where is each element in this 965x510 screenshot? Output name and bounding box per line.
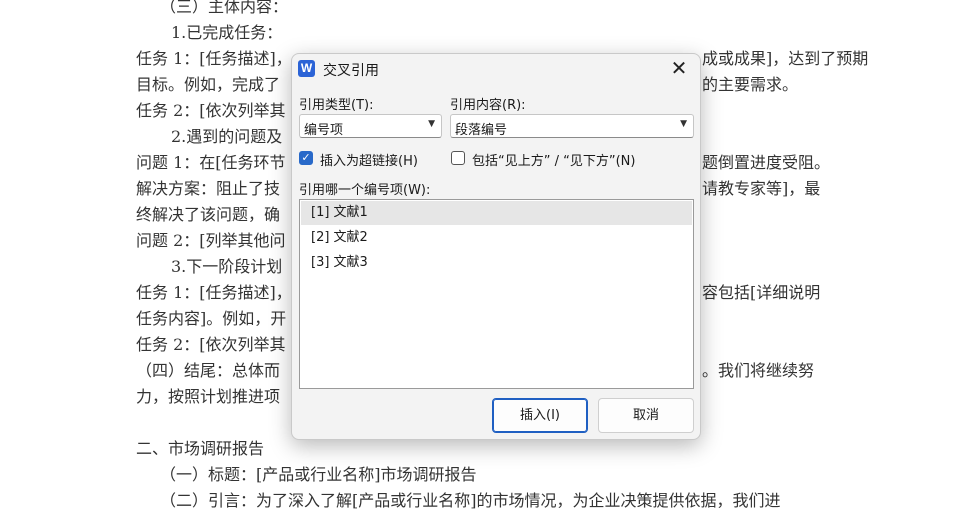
chevron-down-icon: ▼ [428, 119, 435, 129]
hyperlink-checkbox[interactable]: ✓ [299, 151, 313, 165]
doc-line: 请教专家等]，最 [702, 179, 821, 198]
doc-line: 成或成果]，达到了预期 [702, 49, 869, 68]
doc-line: 1.已完成任务： [171, 23, 283, 42]
doc-line: 问题 1：在[任务环节 [136, 153, 286, 172]
which-item-label: 引用哪一个编号项(W): [299, 183, 431, 198]
close-icon[interactable]: ✕ [668, 57, 690, 79]
doc-line: 3.下一阶段计划 [171, 257, 283, 276]
doc-line: 题倒置进度受阻。 [702, 153, 831, 172]
doc-line: 任务内容]。例如，开 [136, 309, 287, 328]
cancel-button[interactable]: 取消 [598, 398, 694, 433]
ref-type-value: 编号项 [304, 123, 344, 138]
word-app-icon: W [298, 60, 315, 77]
doc-line: （二）引言：为了深入了解[产品或行业名称]的市场情况，为企业决策提供依据，我们进 [160, 491, 781, 510]
insert-button[interactable]: 插入(I) [492, 398, 588, 433]
doc-line: （一）标题：[产品或行业名称]市场调研报告 [160, 465, 477, 484]
numbered-item-list[interactable]: [1] 文献1 [2] 文献2 [3] 文献3 [299, 199, 694, 389]
list-item[interactable]: [3] 文献3 [301, 251, 692, 275]
ref-type-select[interactable]: 编号项 ▼ [299, 114, 442, 138]
hyperlink-label[interactable]: 插入为超链接(H) [320, 150, 418, 169]
ref-content-select[interactable]: 段落编号 ▼ [450, 114, 694, 138]
doc-heading: 二、市场调研报告 [136, 439, 265, 458]
doc-line: 任务 1：[任务描述]， [136, 49, 292, 68]
doc-line: 的主要需求。 [702, 75, 799, 94]
above-below-label[interactable]: 包括“见上方” / “见下方”(N) [472, 150, 635, 169]
doc-line: 目标。例如，完成了 [136, 75, 281, 94]
doc-line: 任务 2：[依次列举其 [136, 101, 286, 120]
above-below-checkbox[interactable] [451, 151, 465, 165]
doc-line: （四）结尾：总体而 [136, 361, 281, 380]
doc-line: 力，按照计划推进项 [136, 387, 281, 406]
dialog-titlebar[interactable]: W 交叉引用 ✕ [292, 54, 700, 84]
doc-line: 任务 2：[依次列举其 [136, 335, 286, 354]
dialog-title: 交叉引用 [323, 63, 379, 79]
doc-line: 。我们将继续努 [702, 361, 815, 380]
ref-type-label: 引用类型(T): [299, 98, 374, 113]
doc-line: 问题 2：[列举其他问 [136, 231, 286, 250]
doc-line: 终解决了该问题，确 [136, 205, 281, 224]
doc-line: （三）主体内容： [160, 0, 289, 16]
doc-line: 容包括[详细说明 [702, 283, 821, 302]
ref-content-label: 引用内容(R): [450, 98, 526, 113]
doc-line: 解决方案：阻止了技 [136, 179, 281, 198]
doc-line: 任务 1：[任务描述]， [136, 283, 292, 302]
list-item[interactable]: [2] 文献2 [301, 226, 692, 250]
ref-content-value: 段落编号 [455, 123, 508, 138]
list-item[interactable]: [1] 文献1 [301, 201, 692, 225]
cross-reference-dialog: W 交叉引用 ✕ 引用类型(T): 编号项 ▼ 引用内容(R): 段落编号 ▼ … [291, 53, 701, 440]
chevron-down-icon: ▼ [680, 119, 687, 129]
doc-line: 2.遇到的问题及 [171, 127, 283, 146]
